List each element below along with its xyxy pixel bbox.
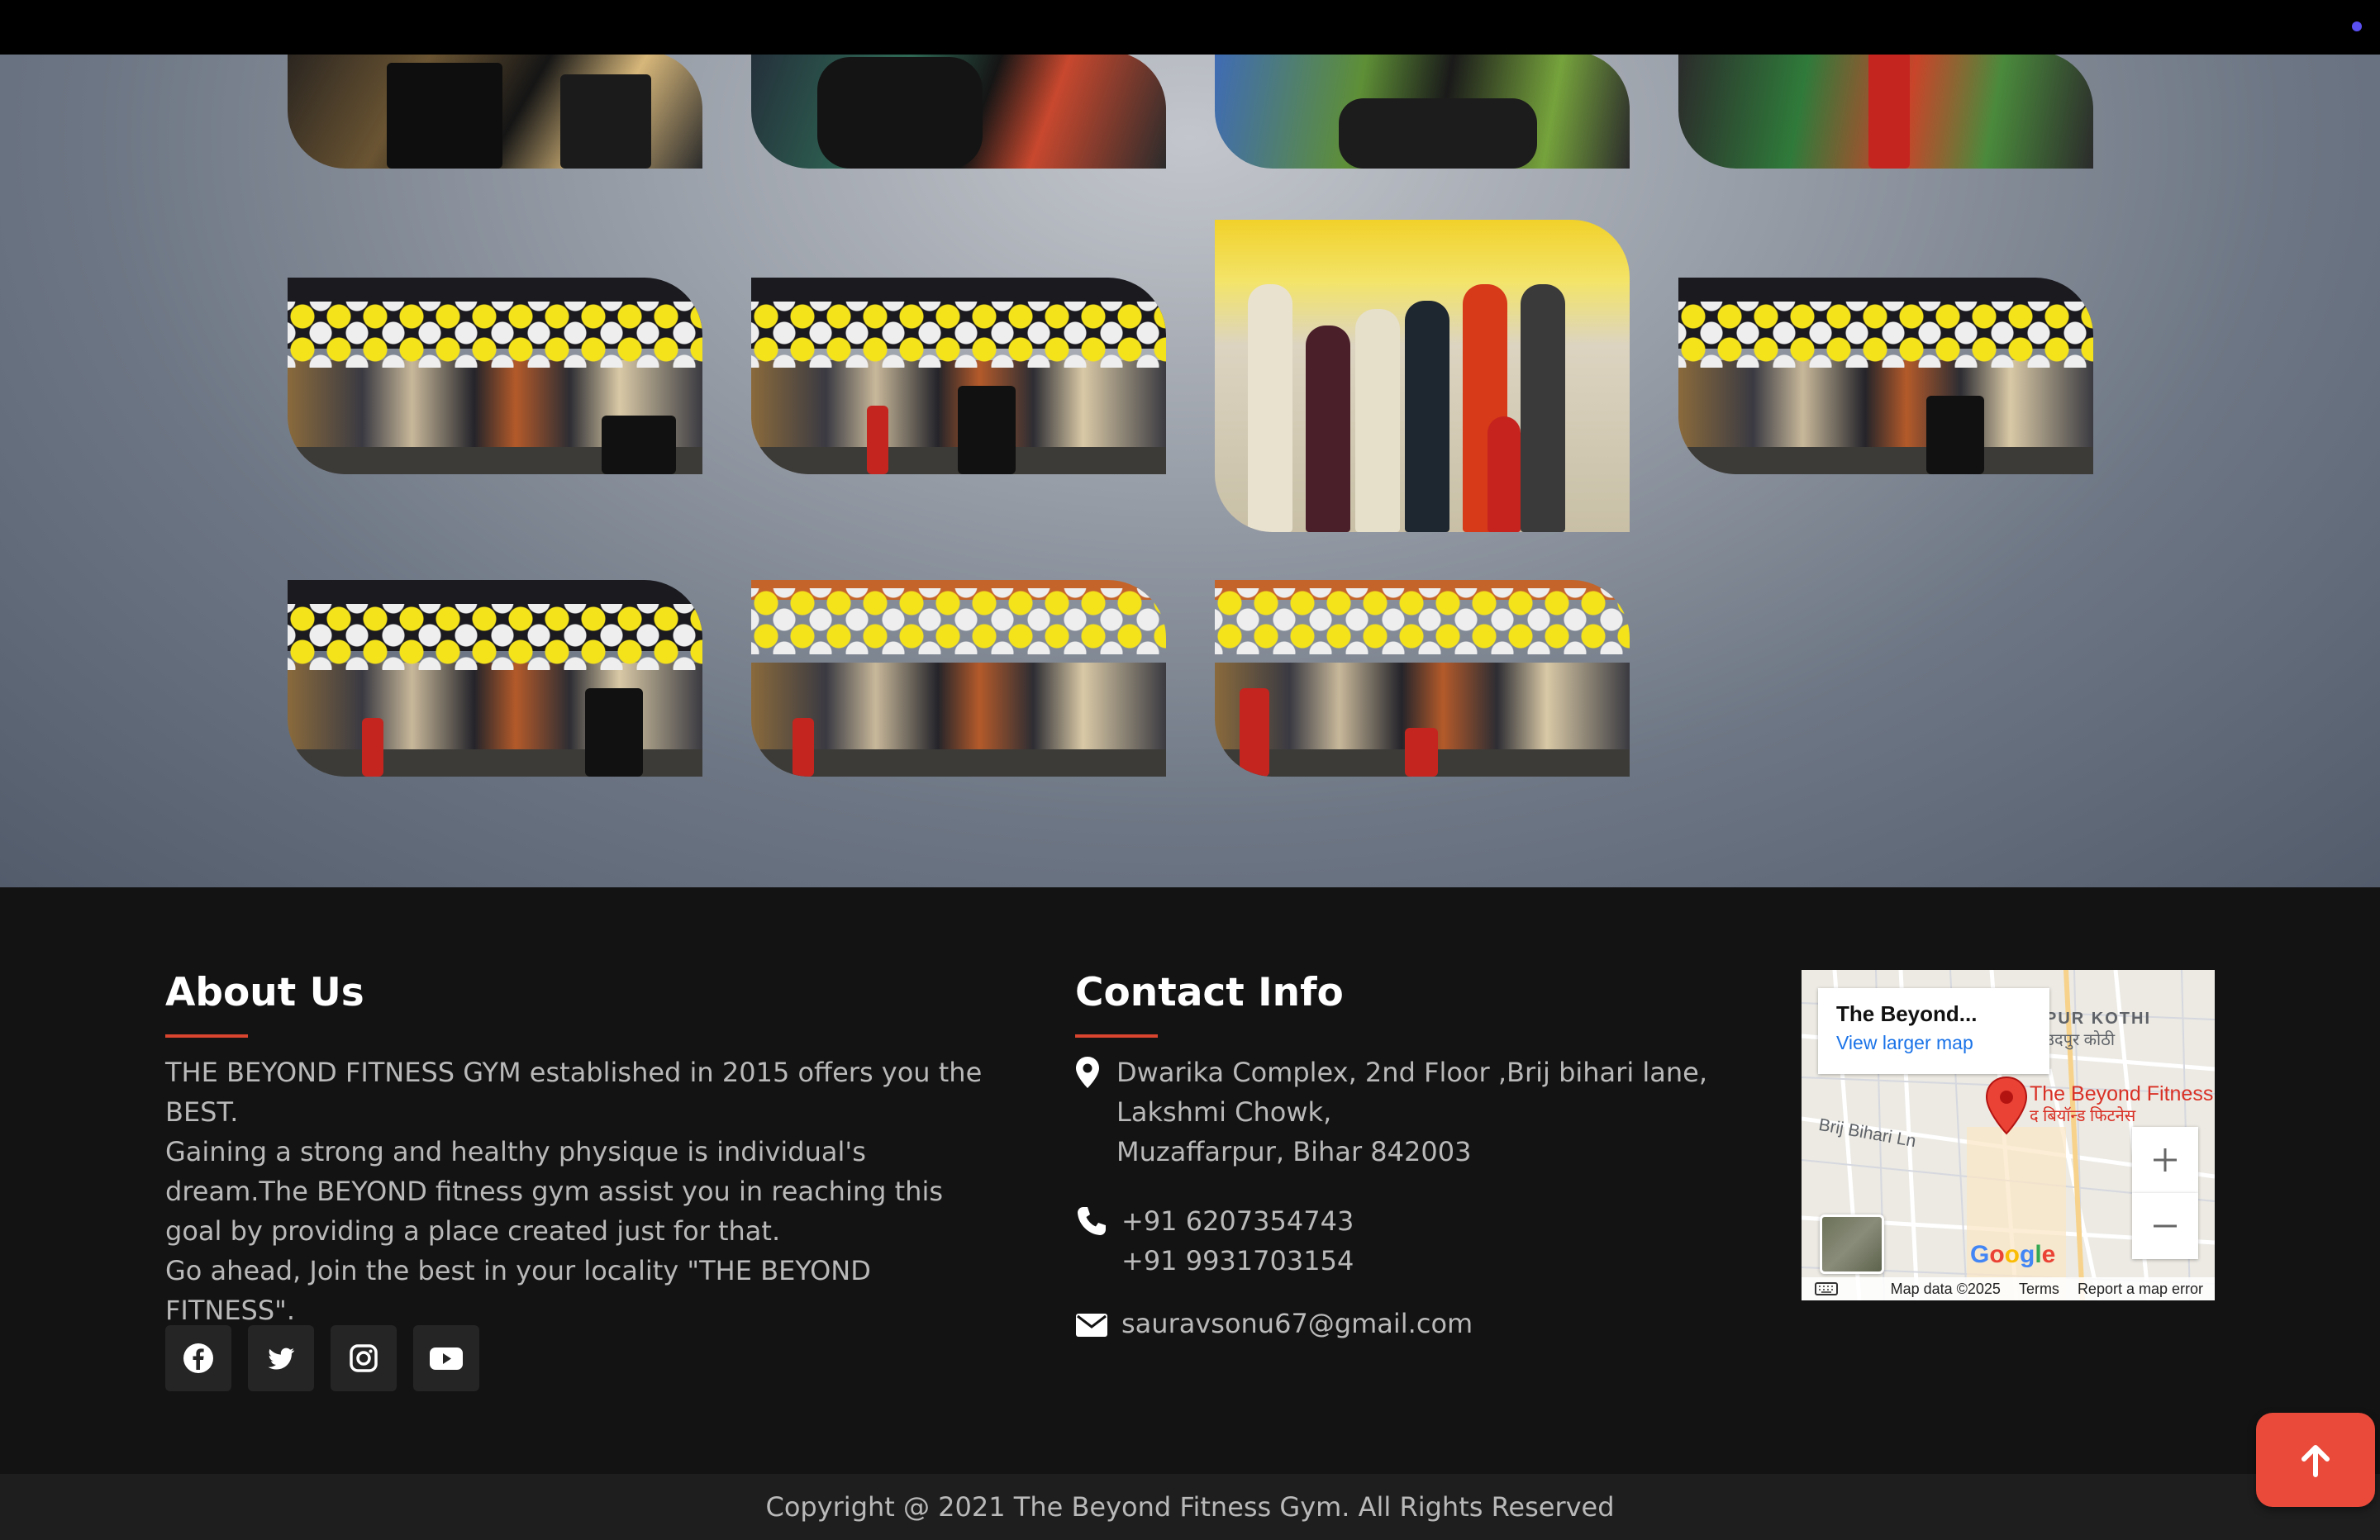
arrow-up-icon <box>2301 1445 2330 1477</box>
phone-icon <box>1078 1207 1106 1235</box>
gallery-photo[interactable] <box>751 278 1166 474</box>
map-pin-icon[interactable] <box>1983 1076 2030 1135</box>
map-place-name: The Beyond... <box>1836 1001 1978 1026</box>
gallery-photo[interactable] <box>288 55 702 169</box>
instagram-button[interactable] <box>331 1325 397 1391</box>
back-to-top-button[interactable] <box>2256 1413 2375 1507</box>
embedded-map[interactable]: PUR KOTHI उदपुर कोठी Brij Bihari Ln The … <box>1802 970 2215 1300</box>
envelope-icon <box>1076 1314 1107 1337</box>
about-title: About Us <box>165 970 364 1015</box>
instagram-icon <box>350 1344 378 1372</box>
copyright-bar: Copyright @ 2021 The Beyond Fitness Gym.… <box>0 1474 2380 1540</box>
minus-icon <box>2154 1224 2177 1228</box>
copyright-text: Copyright @ 2021 The Beyond Fitness Gym.… <box>765 1491 1615 1523</box>
email-link[interactable]: sauravsonu67@gmail.com <box>1121 1304 1473 1343</box>
gallery-section <box>0 55 2380 887</box>
contact-email: sauravsonu67@gmail.com <box>1075 1304 1473 1343</box>
contact-title-underline <box>1075 1034 1158 1038</box>
gallery-photo[interactable] <box>288 278 702 474</box>
address-line: Muzaffarpur, Bihar 842003 <box>1116 1136 1472 1167</box>
plus-icon <box>2154 1148 2177 1172</box>
gallery-photo[interactable] <box>1215 55 1630 169</box>
map-report-link[interactable]: Report a map error <box>2078 1281 2203 1298</box>
zoom-out-button[interactable] <box>2132 1193 2198 1259</box>
map-data-credit: Map data ©2025 <box>1890 1280 2001 1297</box>
phone-number[interactable]: +91 9931703154 <box>1121 1241 1354 1281</box>
facebook-button[interactable] <box>165 1325 231 1391</box>
top-nav-bar <box>0 0 2380 55</box>
satellite-toggle[interactable] <box>1820 1214 1884 1274</box>
map-pin-label: The Beyond Fitness <box>2030 1082 2214 1105</box>
phone-number[interactable]: +91 6207354743 <box>1121 1201 1354 1241</box>
location-pin-icon <box>1076 1057 1099 1088</box>
address-line: Dwarika Complex, 2nd Floor ,Brij bihari … <box>1116 1057 1708 1088</box>
youtube-button[interactable] <box>413 1325 479 1391</box>
gallery-photo[interactable] <box>288 580 702 777</box>
gallery-photo[interactable] <box>1215 580 1630 777</box>
youtube-icon <box>430 1348 463 1370</box>
keyboard-icon[interactable] <box>1815 1282 1838 1295</box>
twitter-icon <box>268 1348 295 1370</box>
map-terms-link[interactable]: Terms <box>2019 1281 2059 1298</box>
gallery-photo-group[interactable] <box>1215 220 1630 532</box>
map-info-card: The Beyond... View larger map <box>1818 988 2049 1074</box>
contact-address: Dwarika Complex, 2nd Floor ,Brij bihari … <box>1075 1053 1707 1172</box>
contact-title: Contact Info <box>1075 970 1344 1015</box>
indicator-dot <box>2352 21 2362 31</box>
google-logo: Google <box>1970 1241 2056 1268</box>
about-text: THE BEYOND FITNESS GYM established in 20… <box>165 1057 983 1326</box>
zoom-in-button[interactable] <box>2132 1127 2198 1193</box>
gallery-photo[interactable] <box>751 55 1166 169</box>
address-line: Lakshmi Chowk, <box>1116 1096 1332 1128</box>
gallery-photo[interactable] <box>1678 278 2093 474</box>
gallery-photo[interactable] <box>1678 55 2093 169</box>
about-title-underline <box>165 1034 248 1038</box>
contact-phones: +91 6207354743 +91 9931703154 <box>1075 1201 1354 1281</box>
gallery-photo[interactable] <box>751 580 1166 777</box>
facebook-icon <box>183 1343 213 1373</box>
twitter-button[interactable] <box>248 1325 314 1391</box>
map-attribution-bar: Map data ©2025 Terms Report a map error <box>1802 1277 2215 1300</box>
view-larger-map-link[interactable]: View larger map <box>1836 1032 2031 1054</box>
